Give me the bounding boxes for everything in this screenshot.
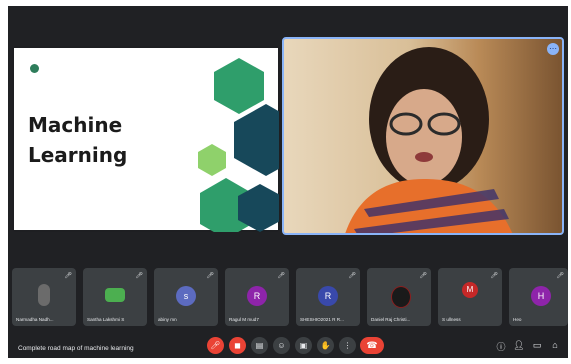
mic-off-icon: 🎤︎ [348,273,356,279]
presentation-tile[interactable]: Machine Learning [12,46,280,232]
participant-tile[interactable]: 🎤︎ H Heo [509,268,568,326]
participant-tile[interactable]: 🎤︎ Narmadha Nadh... [12,268,76,326]
participant-video [38,284,50,306]
chat-icon[interactable]: ▭ [531,340,543,351]
slide-title: Machine Learning [28,113,128,167]
participant-tile[interactable]: 🎤︎ R SHESHIO2021 R R... [296,268,360,326]
participant-name: Heo [513,317,522,322]
mic-off-icon: 🎤︎ [556,273,564,279]
meet-window: Machine Learning ⋯ 🎤︎ Narmadha Nadh... 🎤… [8,6,568,358]
participant-tile[interactable]: 🎤︎ Daniel Raj Christi... [367,268,431,326]
participant-tile[interactable]: 🎤︎ M S ullness [438,268,502,326]
slide-hexagon-decoration [198,58,279,232]
presenter-camera-tile[interactable]: ⋯ [282,37,564,235]
avatar: s [176,286,196,306]
mic-off-icon: 🎤︎ [419,273,427,279]
mic-off-icon: 🎤︎ [277,273,285,279]
participant-name: Daniel Raj Christi... [371,317,411,322]
participant-name: Santha Lakshmi S [87,317,125,322]
participant-video [105,288,125,302]
presenter-video [345,47,513,233]
info-icon[interactable]: ⓘ [495,340,507,353]
more-options-icon[interactable]: ⋯ [547,43,559,55]
end-call-icon[interactable]: ☎ [360,337,384,354]
participant-tile[interactable]: 🎤︎ Santha Lakshmi S [83,268,147,326]
mic-off-icon: 🎤︎ [135,273,143,279]
more-icon[interactable]: ⋮ [339,337,356,354]
participant-name: Narmadha Nadh... [16,317,54,322]
avatar: R [247,286,267,306]
cc-icon[interactable]: ▤ [251,337,268,354]
participant-video [391,286,411,308]
camera-off-icon[interactable]: ◼ [229,337,246,354]
participant-name: S ullness [442,317,461,322]
mic-off-icon: 🎤︎ [64,273,72,279]
avatar: R [318,286,338,306]
participant-name: SHESHIO2021 R R... [300,317,344,322]
hand-icon[interactable]: ✋ [317,337,334,354]
mic-off-icon: 🎤︎ [490,273,498,279]
participant-name: abiny mn [158,317,177,322]
participant-name: Ragul M mud7 [229,317,259,322]
participant-tile[interactable]: 🎤︎ R Ragul M mud7 [225,268,289,326]
mic-off-icon: 🎤︎ [206,273,214,279]
people-icon[interactable]: 👤︎ [513,340,525,351]
meeting-title: Complete road map of machine learning [18,345,134,352]
activities-icon[interactable]: ⌂ [549,340,561,350]
mic-off-icon[interactable]: 🎤︎ [207,337,224,354]
participant-tile[interactable]: 🎤︎ s abiny mn [154,268,218,326]
avatar: H [531,286,551,306]
slide-logo-icon [30,64,39,73]
slide: Machine Learning [14,48,279,232]
present-icon[interactable]: ▣ [295,337,312,354]
emoji-icon[interactable]: ☺ [273,337,290,354]
avatar: M [462,282,478,298]
